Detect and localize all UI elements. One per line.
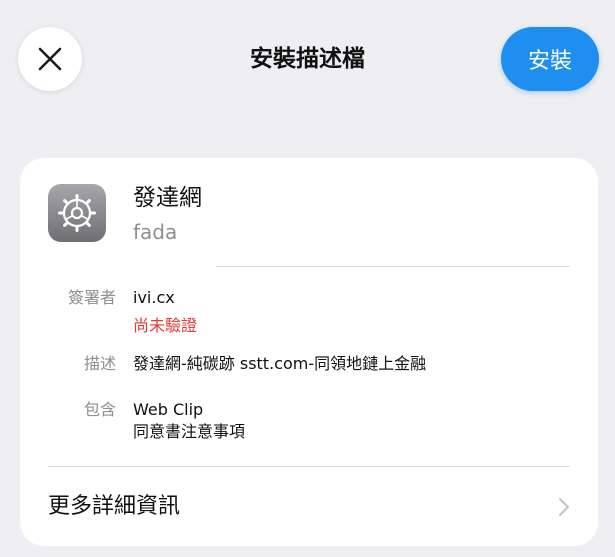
profile-subtitle: fada [133,220,178,244]
profile-name: 發達網 [133,185,202,211]
more-details-row[interactable]: 更多詳細資訊 [48,487,570,527]
signer-value: ivi.cx [133,288,175,307]
signer-label: 簽署者 [67,288,116,307]
divider [216,266,570,267]
contains-item: 同意書注意事項 [133,422,246,441]
contains-item: Web Clip [133,400,204,419]
more-details-label: 更多詳細資訊 [48,494,181,519]
description-label: 描述 [83,354,116,373]
install-button[interactable]: 安裝 [501,27,599,91]
divider [48,466,570,467]
description-value: 發達網-純碳跡 sstt.com-同領地鏈上金融 [133,354,427,373]
contains-label: 包含 [83,400,116,419]
profile-card: 發達網 fada 簽署者 ivi.cx 尚未驗證 描述 發達網-純碳跡 sstt… [20,158,598,546]
signer-status: 尚未驗證 [133,316,198,335]
chevron-right-icon [558,497,570,521]
settings-gear-icon [48,184,106,242]
